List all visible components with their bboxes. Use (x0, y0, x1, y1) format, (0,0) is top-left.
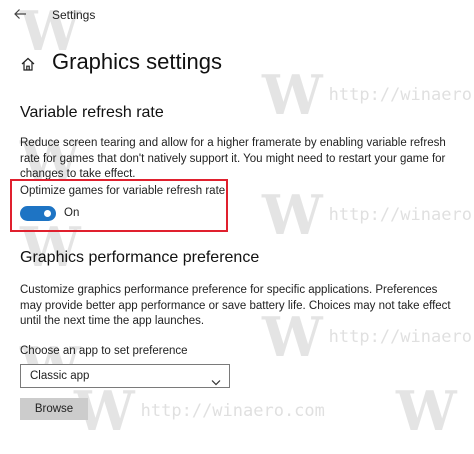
watermark: W (396, 384, 457, 438)
app-type-dropdown[interactable]: Classic app (20, 364, 230, 388)
variable-refresh-toggle-label: Optimize games for variable refresh rate (20, 185, 226, 197)
settings-window: W W http://winaero.com W W http://winaer… (0, 0, 474, 454)
page-title: Graphics settings (52, 49, 222, 74)
browse-button[interactable]: Browse (20, 398, 88, 420)
watermark-url: http://winaero.com (328, 85, 474, 105)
watermark-url: http://winaero.com (328, 327, 474, 347)
choose-app-label: Choose an app to set preference (20, 345, 188, 357)
section-title-variable-refresh: Variable refresh rate (20, 104, 164, 121)
watermark-logo: W (262, 63, 323, 127)
title-bar: Settings (0, 0, 474, 30)
variable-refresh-toggle[interactable] (20, 206, 56, 221)
performance-preference-description: Customize graphics performance preferenc… (20, 284, 451, 327)
variable-refresh-description: Reduce screen tearing and allow for a hi… (20, 137, 446, 180)
app-type-dropdown-value: Classic app (30, 370, 90, 382)
toggle-knob (44, 210, 51, 217)
watermark: W http://winaero.com (262, 68, 474, 122)
chevron-down-icon (211, 373, 221, 386)
watermark-url: http://winaero.com (328, 205, 474, 225)
home-icon (20, 56, 36, 72)
watermark: W http://winaero.com (262, 188, 474, 242)
toggle-state-text: On (64, 207, 80, 219)
watermark-logo: W (262, 183, 323, 247)
back-arrow-icon[interactable] (12, 6, 28, 22)
watermark-url: http://winaero.com (140, 401, 325, 421)
section-title-performance-preference: Graphics performance preference (20, 249, 260, 266)
app-title: Settings (52, 8, 96, 22)
watermark-logo: W (396, 379, 457, 443)
watermark: W http://winaero.com (74, 384, 325, 438)
